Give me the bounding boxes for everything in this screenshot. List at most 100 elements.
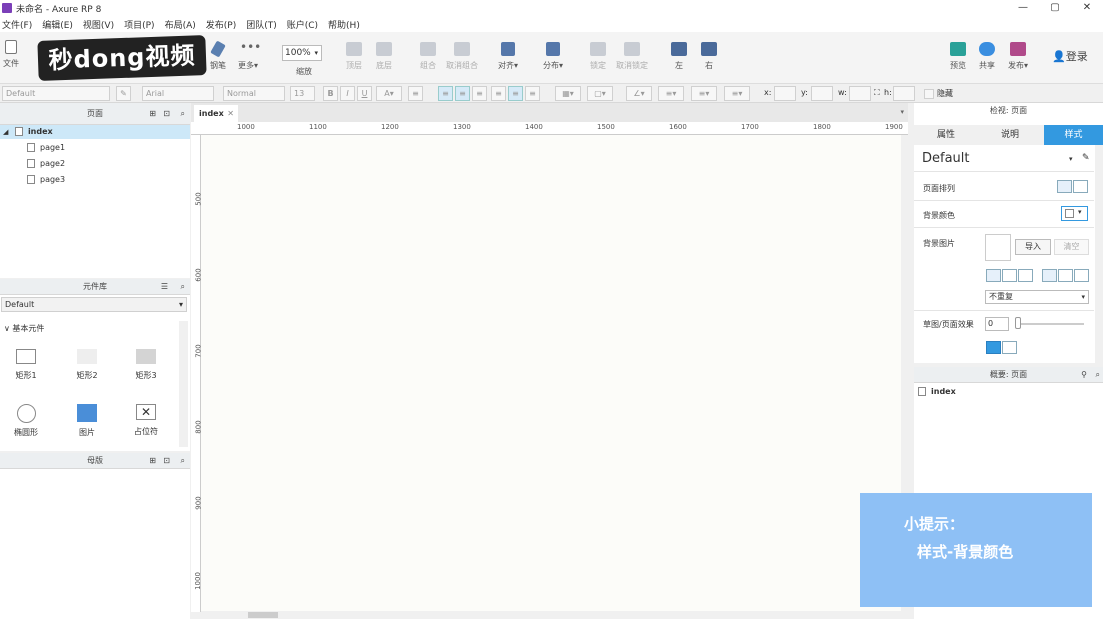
canvas-hscrollbar[interactable] <box>201 611 901 619</box>
menu-edit[interactable]: 编辑(E) <box>42 18 73 31</box>
widget-rect2[interactable]: 矩形2 <box>71 349 103 381</box>
bg-pos-left-button[interactable] <box>986 269 1001 282</box>
style-name[interactable]: Default <box>922 151 970 166</box>
menu-publish[interactable]: 发布(P) <box>206 18 236 31</box>
menu-help[interactable]: 帮助(H) <box>328 18 360 31</box>
line-width-button[interactable]: ≡▾ <box>658 86 684 101</box>
arrow-style-button[interactable]: ≡▾ <box>724 86 750 101</box>
library-scrollbar[interactable] <box>179 321 188 447</box>
widget-placeholder[interactable]: ✕ 占位符 <box>130 404 162 437</box>
add-master-icon[interactable]: ⊞ <box>149 453 156 469</box>
inspector-scrollbar[interactable] <box>1095 145 1103 363</box>
unlock-button[interactable]: 取消锁定 <box>616 42 648 71</box>
share-button[interactable]: 共享 <box>979 42 995 71</box>
page-item-page2[interactable]: page2 <box>27 157 65 171</box>
shadow-button[interactable]: ▢▾ <box>587 86 613 101</box>
font-size-select[interactable]: 13 <box>290 86 315 101</box>
style-select[interactable]: Default <box>2 86 110 101</box>
align-right-button[interactable]: ≡ <box>472 86 487 101</box>
style-edit-icon[interactable]: ✎ <box>1082 153 1090 163</box>
line-color-button[interactable]: ∠▾ <box>626 86 652 101</box>
distribute-button[interactable]: 分布▾ <box>543 42 563 71</box>
page-item-index[interactable]: ◢ index <box>0 125 190 139</box>
maximize-button[interactable]: ▢ <box>1038 0 1072 16</box>
bold-button[interactable]: B <box>323 86 338 101</box>
aspect-lock-icon[interactable]: ⛶ <box>874 88 880 98</box>
send-bottom-button[interactable]: 底层 <box>376 42 392 71</box>
pen-button[interactable]: 钢笔 <box>210 40 226 71</box>
publish-button[interactable]: 发布▾ <box>1008 42 1028 71</box>
align-button[interactable]: 对齐▾ <box>498 42 518 71</box>
color-mode-button[interactable] <box>986 341 1001 354</box>
font-color-button[interactable]: A▾ <box>376 86 402 101</box>
more-button[interactable]: ••• 更多▾ <box>238 41 261 71</box>
minimize-button[interactable]: — <box>1006 0 1040 16</box>
menu-file[interactable]: 文件(F) <box>2 18 32 31</box>
menu-layout[interactable]: 布局(A) <box>165 18 196 31</box>
line-style-button[interactable]: ≡▾ <box>691 86 717 101</box>
tab-notes[interactable]: 说明 <box>978 125 1042 145</box>
align-center-page-button[interactable] <box>1073 180 1088 193</box>
right-panel-toggle[interactable]: 右 <box>701 42 717 71</box>
left-panel-toggle[interactable]: 左 <box>671 42 687 71</box>
bg-color-picker[interactable]: ▾ <box>1061 206 1088 221</box>
bullet-button[interactable]: ≡ <box>408 86 423 101</box>
widget-rect3[interactable]: 矩形3 <box>130 349 162 381</box>
ungroup-button[interactable]: 取消组合 <box>446 42 478 71</box>
fill-color-button[interactable]: ▦▾ <box>555 86 581 101</box>
chevron-down-icon[interactable]: ▾ <box>1069 155 1073 163</box>
close-tab-icon[interactable]: ✕ <box>227 105 234 122</box>
page-item-page1[interactable]: page1 <box>27 141 65 155</box>
align-left-page-button[interactable] <box>1057 180 1072 193</box>
sketch-slider-handle[interactable] <box>1015 317 1021 329</box>
preview-button[interactable]: 预览 <box>950 42 966 71</box>
w-input[interactable] <box>849 86 871 101</box>
outline-item-index[interactable]: index <box>918 385 956 399</box>
search-icon[interactable]: ⌕ <box>181 103 185 125</box>
lock-button[interactable]: 锁定 <box>590 42 606 71</box>
bg-vpos-top-button[interactable] <box>1042 269 1057 282</box>
library-select[interactable]: Default ▾ <box>1 297 187 312</box>
valign-top-button[interactable]: ≡ <box>491 86 506 101</box>
design-canvas[interactable] <box>201 135 908 612</box>
tab-style[interactable]: 样式 <box>1044 125 1103 145</box>
file-button[interactable]: 文件 <box>3 40 19 69</box>
valign-bottom-button[interactable]: ≡ <box>525 86 540 101</box>
font-select[interactable]: Arial <box>142 86 214 101</box>
align-center-button[interactable]: ≡ <box>455 86 470 101</box>
underline-button[interactable]: U <box>357 86 372 101</box>
tab-index[interactable]: index ✕ <box>194 105 238 122</box>
widget-image[interactable]: 图片 <box>71 404 103 438</box>
tab-properties[interactable]: 属性 <box>914 125 978 145</box>
y-input[interactable] <box>811 86 833 101</box>
login-button[interactable]: 👤登录 <box>1052 48 1088 64</box>
clear-button[interactable]: 清空 <box>1054 239 1089 255</box>
bg-vpos-middle-button[interactable] <box>1058 269 1073 282</box>
bring-top-button[interactable]: 顶层 <box>346 42 362 71</box>
group-button[interactable]: 组合 <box>420 42 436 71</box>
menu-team[interactable]: 团队(T) <box>246 18 277 31</box>
menu-view[interactable]: 视图(V) <box>83 18 114 31</box>
filter-icon[interactable]: ⚲ <box>1081 367 1087 383</box>
italic-button[interactable]: I <box>340 86 355 101</box>
add-folder-icon[interactable]: ⊡ <box>163 103 170 125</box>
sketch-input[interactable]: 0 <box>985 317 1009 331</box>
valign-middle-button[interactable]: ≡ <box>508 86 523 101</box>
bg-pos-right-button[interactable] <box>1018 269 1033 282</box>
bg-repeat-select[interactable]: 不重复 ▾ <box>985 290 1089 304</box>
search-icon[interactable]: ⌕ <box>181 279 185 295</box>
h-input[interactable] <box>893 86 915 101</box>
bg-vpos-bottom-button[interactable] <box>1074 269 1089 282</box>
hscroll-thumb[interactable] <box>248 612 278 618</box>
import-button[interactable]: 导入 <box>1015 239 1051 255</box>
menu-icon[interactable]: ☰ <box>161 279 168 295</box>
close-button[interactable]: ✕ <box>1070 0 1103 16</box>
grayscale-mode-button[interactable] <box>1002 341 1017 354</box>
widget-rect1[interactable]: 矩形1 <box>10 349 42 381</box>
add-folder-icon[interactable]: ⊡ <box>163 453 170 469</box>
x-input[interactable] <box>774 86 796 101</box>
add-page-icon[interactable]: ⊞ <box>149 103 156 125</box>
font-weight-select[interactable]: Normal <box>223 86 285 101</box>
tab-menu-icon[interactable]: ▾ <box>900 108 904 116</box>
search-icon[interactable]: ⌕ <box>1096 367 1100 383</box>
